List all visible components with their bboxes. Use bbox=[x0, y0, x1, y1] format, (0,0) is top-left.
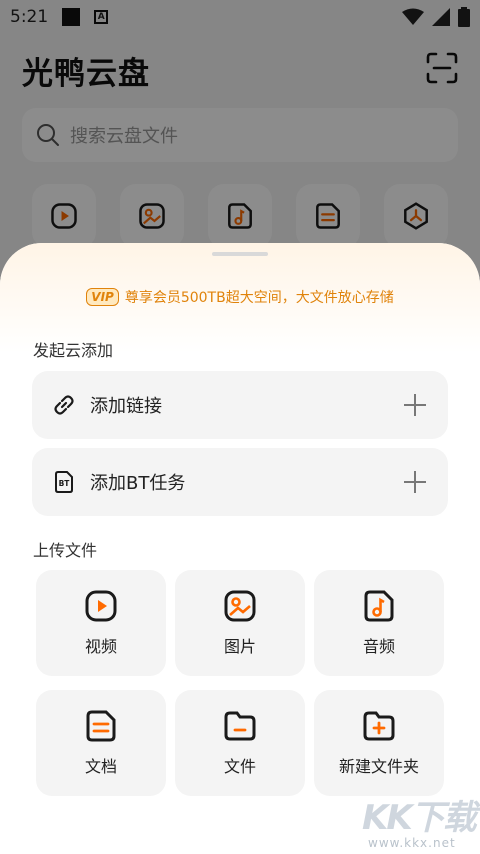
upload-document-label: 文档 bbox=[84, 757, 117, 776]
upload-file-label: 文件 bbox=[223, 757, 256, 776]
bottom-sheet: VIP 尊享会员500TB超大空间，大文件放心存储 发起云添加 添加链接 BT … bbox=[0, 243, 480, 854]
new-folder-button[interactable]: 新建文件夹 bbox=[314, 690, 444, 796]
upload-grid: 视频 图片 音频 文档 文件 新建文件夹 bbox=[36, 570, 444, 796]
document-icon bbox=[86, 710, 116, 742]
vip-badge: VIP bbox=[86, 288, 119, 306]
new-folder-label: 新建文件夹 bbox=[338, 757, 419, 776]
cloud-add-title: 发起云添加 bbox=[33, 341, 114, 360]
upload-video-button[interactable]: 视频 bbox=[36, 570, 166, 676]
svg-text:BT: BT bbox=[59, 479, 71, 488]
add-link-button[interactable]: 添加链接 bbox=[32, 371, 448, 439]
plus-icon bbox=[404, 394, 426, 416]
watermark-brand: KK下载 bbox=[362, 798, 477, 838]
add-bt-task-label: 添加BT任务 bbox=[90, 473, 186, 494]
vip-banner[interactable]: VIP 尊享会员500TB超大空间，大文件放心存储 bbox=[0, 287, 480, 307]
add-bt-task-button[interactable]: BT 添加BT任务 bbox=[32, 448, 448, 516]
music-icon bbox=[364, 590, 394, 622]
folder-icon bbox=[224, 711, 256, 741]
watermark: KK下载 www.kkx.net bbox=[362, 800, 480, 854]
upload-document-button[interactable]: 文档 bbox=[36, 690, 166, 796]
upload-file-button[interactable]: 文件 bbox=[175, 690, 305, 796]
upload-audio-button[interactable]: 音频 bbox=[314, 570, 444, 676]
link-icon bbox=[54, 395, 74, 415]
upload-audio-label: 音频 bbox=[362, 637, 395, 656]
plus-icon bbox=[404, 471, 426, 493]
watermark-url: www.kkx.net bbox=[368, 836, 456, 850]
upload-video-label: 视频 bbox=[84, 637, 117, 656]
upload-image-button[interactable]: 图片 bbox=[175, 570, 305, 676]
upload-title: 上传文件 bbox=[33, 541, 98, 560]
bt-icon: BT bbox=[55, 471, 73, 493]
upload-image-label: 图片 bbox=[223, 637, 256, 656]
drag-handle[interactable] bbox=[212, 252, 268, 256]
video-icon bbox=[85, 590, 117, 622]
add-link-label: 添加链接 bbox=[90, 396, 162, 417]
image-icon bbox=[224, 590, 256, 622]
vip-text: 尊享会员500TB超大空间，大文件放心存储 bbox=[124, 290, 394, 306]
new-folder-icon bbox=[363, 711, 395, 741]
